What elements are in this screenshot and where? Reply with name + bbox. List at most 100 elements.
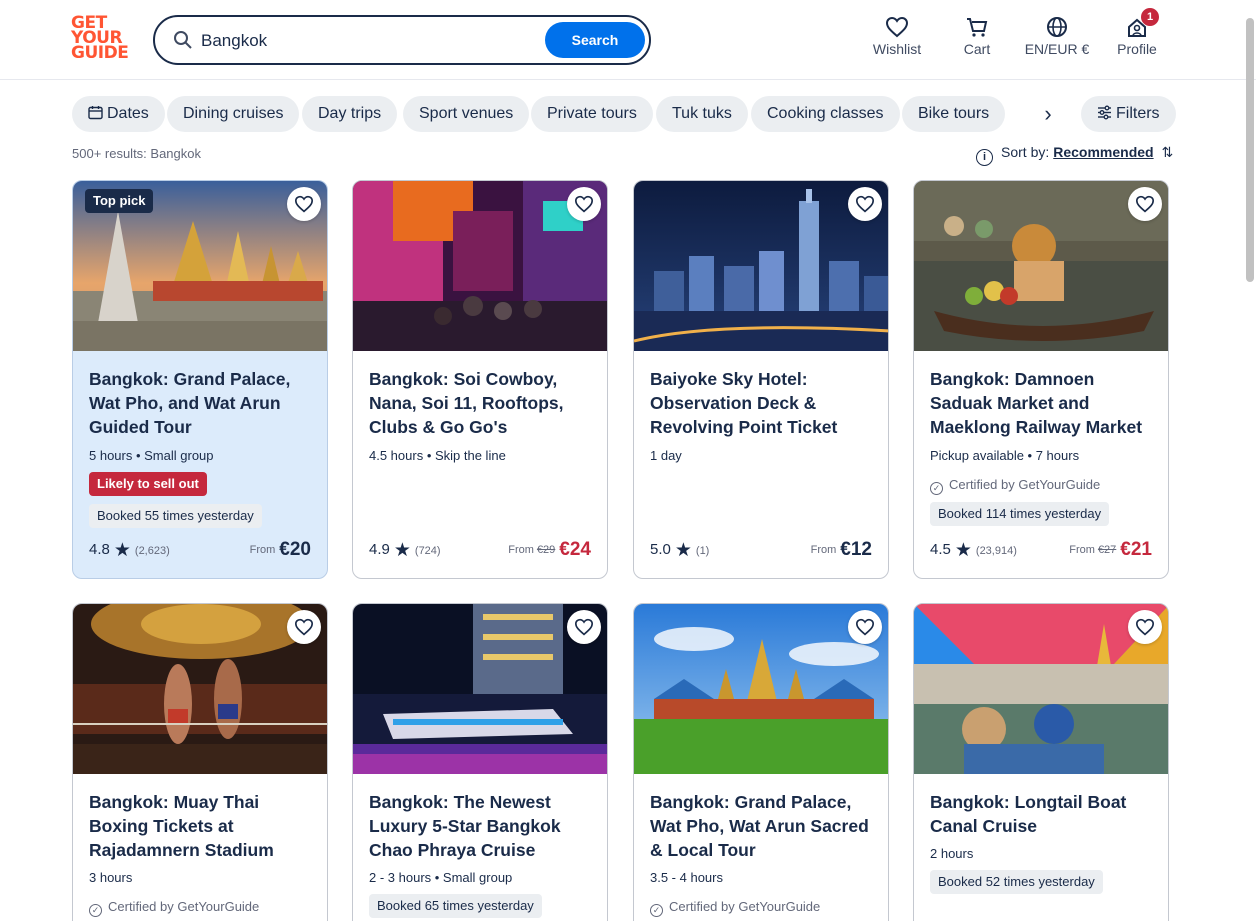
star-icon: ★ [954, 540, 972, 561]
chevron-right-icon[interactable]: › [1030, 96, 1066, 132]
star-icon: ★ [113, 540, 131, 561]
certified-text: Certified by GetYourGuide [949, 477, 1101, 492]
chip-tuk-tuks[interactable]: Tuk tuks [656, 96, 748, 132]
activity-card[interactable]: Bangkok: Muay Thai Boxing Tickets at Raj… [72, 603, 328, 921]
chip-private-tours[interactable]: Private tours [531, 96, 653, 132]
notification-badge: 1 [1141, 8, 1159, 26]
chip-cooking-classes[interactable]: Cooking classes [751, 96, 900, 132]
booked-badge: Booked 52 times yesterday [930, 870, 1103, 894]
heart-icon [855, 195, 875, 213]
activity-card[interactable]: Bangkok: Soi Cowboy, Nana, Soi 11, Rooft… [352, 180, 608, 579]
activity-meta: 5 hours • Small group [89, 448, 214, 463]
wishlist-toggle[interactable] [1128, 610, 1162, 644]
wishlist-toggle[interactable] [567, 187, 601, 221]
price: From €12 [811, 539, 872, 561]
cart-label: Cart [963, 41, 991, 57]
price-amount: €24 [559, 539, 591, 560]
activity-card[interactable]: Top pick Bangkok: Grand Palace, Wat Pho,… [72, 180, 328, 579]
chip-day-trips[interactable]: Day trips [302, 96, 398, 132]
activity-title[interactable]: Baiyoke Sky Hotel: Observation Deck & Re… [650, 367, 876, 439]
certified-text: Certified by GetYourGuide [669, 899, 821, 914]
certified-label: ✓ Certified by GetYourGuide [89, 899, 259, 917]
price-from-label: From [1069, 544, 1095, 556]
check-circle-icon: ✓ [89, 904, 102, 917]
rating-value: 5.0 [650, 541, 671, 558]
rating: 4.5 ★ (23,914) [930, 539, 1017, 562]
results-count: 500+ results: Bangkok [72, 146, 201, 161]
rating-value: 4.8 [89, 541, 110, 558]
logo-line-3: GUIDE [71, 43, 129, 63]
activity-title[interactable]: Bangkok: The Newest Luxury 5-Star Bangko… [369, 790, 595, 862]
chip-label: Private tours [547, 105, 637, 122]
heart-icon [1135, 618, 1155, 636]
heart-icon [574, 618, 594, 636]
search-input[interactable]: Bangkok [201, 31, 267, 51]
booked-badge: Booked 55 times yesterday [89, 504, 262, 528]
calendar-icon [88, 106, 103, 120]
chip-sport-venues[interactable]: Sport venues [403, 96, 530, 132]
activity-card[interactable]: Bangkok: Longtail Boat Canal Cruise 2 ho… [913, 603, 1169, 921]
sort-value[interactable]: Recommended [1053, 144, 1153, 160]
activity-title[interactable]: Bangkok: Grand Palace, Wat Pho, and Wat … [89, 367, 315, 439]
activity-title[interactable]: Bangkok: Grand Palace, Wat Pho, Wat Arun… [650, 790, 876, 862]
activity-title[interactable]: Bangkok: Soi Cowboy, Nana, Soi 11, Rooft… [369, 367, 595, 439]
filters-button[interactable]: Filters [1081, 96, 1176, 132]
rating-value: 4.5 [930, 541, 951, 558]
activity-card[interactable]: Bangkok: Damnoen Saduak Market and Maekl… [913, 180, 1169, 579]
search-bar[interactable]: Bangkok Search [153, 15, 651, 65]
getyourguide-logo[interactable]: GET YOUR GUIDE [71, 15, 131, 64]
activity-title[interactable]: Bangkok: Muay Thai Boxing Tickets at Raj… [89, 790, 315, 862]
activity-meta: 3.5 - 4 hours [650, 870, 723, 885]
chip-dining-cruises[interactable]: Dining cruises [167, 96, 300, 132]
star-icon: ★ [674, 540, 692, 561]
rating: 4.8 ★ (2,623) [89, 539, 170, 562]
wishlist-toggle[interactable] [848, 187, 882, 221]
wishlist-toggle[interactable] [287, 187, 321, 221]
heart-icon [855, 618, 875, 636]
activity-card[interactable]: Bangkok: The Newest Luxury 5-Star Bangko… [352, 603, 608, 921]
sort-arrows-icon[interactable]: ⇅ [1162, 144, 1174, 160]
rating: 4.9 ★ (724) [369, 539, 441, 562]
chip-dates[interactable]: Dates [72, 96, 165, 132]
review-count: (724) [414, 545, 441, 557]
price-from-label: From [249, 544, 276, 556]
activity-meta: 2 - 3 hours • Small group [369, 870, 513, 885]
sort-control[interactable]: i Sort by: Recommended ⇅ [976, 144, 1173, 166]
chip-label: Sport venues [419, 105, 514, 122]
search-button[interactable]: Search [545, 22, 645, 58]
price-from-label: From [810, 544, 837, 556]
header: GET YOUR GUIDE Bangkok Search Wishlist C… [0, 0, 1256, 80]
profile-button[interactable]: 1 Profile [1117, 8, 1159, 66]
chip-label: Tuk tuks [672, 105, 732, 122]
wishlist-button[interactable]: Wishlist [871, 16, 923, 66]
price-amount: €21 [1120, 539, 1152, 560]
activity-title[interactable]: Bangkok: Longtail Boat Canal Cruise [930, 790, 1156, 838]
chip-label: Day trips [318, 105, 382, 122]
review-count: (2,623) [134, 545, 170, 557]
wishlist-toggle[interactable] [287, 610, 321, 644]
profile-label: Profile [1117, 41, 1157, 57]
activity-meta: 1 day [650, 448, 682, 463]
sort-label: Sort by: [1001, 144, 1050, 160]
booked-badge: Booked 114 times yesterday [930, 502, 1110, 526]
page-scrollbar[interactable] [1246, 18, 1254, 282]
price-from-label: From [508, 544, 534, 556]
activity-meta: 2 hours [930, 846, 974, 861]
top-pick-badge: Top pick [85, 189, 154, 213]
language-currency-button[interactable]: EN/EUR € [1022, 16, 1092, 66]
info-icon[interactable]: i [976, 149, 993, 166]
chip-bike-tours[interactable]: Bike tours [902, 96, 1006, 132]
wishlist-toggle[interactable] [567, 610, 601, 644]
heart-icon [294, 195, 314, 213]
wishlist-toggle[interactable] [848, 610, 882, 644]
sell-out-badge: Likely to sell out [89, 472, 207, 496]
activity-card[interactable]: Bangkok: Grand Palace, Wat Pho, Wat Arun… [633, 603, 889, 921]
chip-label: Cooking classes [767, 105, 884, 122]
activity-meta: 3 hours [89, 870, 133, 885]
cart-button[interactable]: Cart [957, 16, 997, 66]
activity-card[interactable]: Baiyoke Sky Hotel: Observation Deck & Re… [633, 180, 889, 579]
chip-label: Bike tours [918, 105, 990, 122]
heart-icon [574, 195, 594, 213]
wishlist-toggle[interactable] [1128, 187, 1162, 221]
activity-title[interactable]: Bangkok: Damnoen Saduak Market and Maekl… [930, 367, 1156, 439]
